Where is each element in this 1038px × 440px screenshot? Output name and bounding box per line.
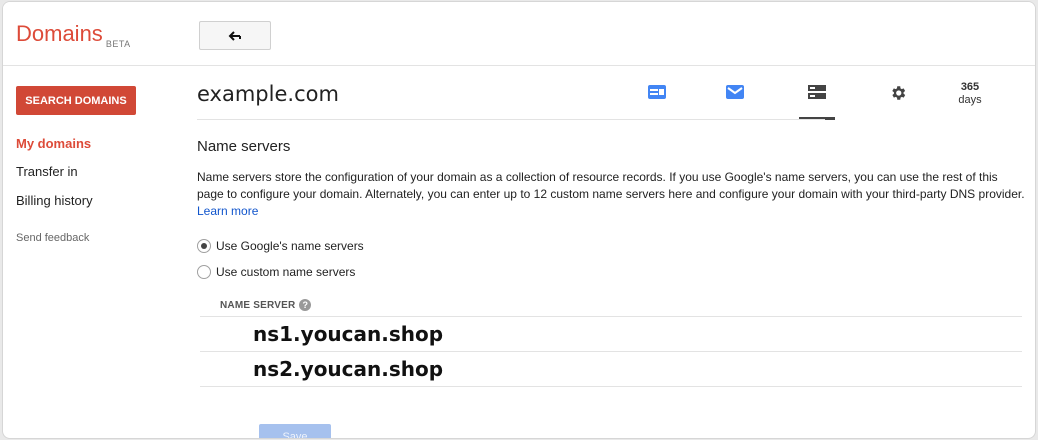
email-icon <box>726 85 744 99</box>
main-content: example.com 365 days Name servers Name s… <box>197 66 1027 438</box>
header-divider <box>197 119 825 120</box>
days-unit: days <box>958 94 982 106</box>
tab-email[interactable] <box>717 80 753 120</box>
option-custom-name-servers[interactable]: Use custom name servers <box>197 265 355 279</box>
option-google-name-servers[interactable]: Use Google's name servers <box>197 239 364 253</box>
days-remaining: 365 days <box>945 81 995 107</box>
description-text: Name servers store the configuration of … <box>197 170 1025 201</box>
name-server-row: ns2.youcan.shop <box>200 351 1022 387</box>
name-server-row: ns1.youcan.shop <box>200 316 1022 351</box>
settings-gear-icon <box>892 86 906 100</box>
logo-text: Domains <box>16 21 103 46</box>
name-server-header-label: NAME SERVER <box>220 299 296 311</box>
save-button[interactable]: Save <box>259 424 331 438</box>
app-window: Domains BETA SEARCH DOMAINS My domains Tr… <box>2 1 1036 439</box>
name-server-list: ns1.youcan.shop ns2.youcan.shop <box>200 316 1022 387</box>
back-button[interactable] <box>199 21 271 50</box>
top-bar: Domains BETA <box>3 2 1035 66</box>
sidebar-item-transfer-in[interactable]: Transfer in <box>16 164 78 179</box>
radio-google-name-servers[interactable] <box>197 239 211 253</box>
help-icon[interactable]: ? <box>299 299 312 311</box>
send-feedback-link[interactable]: Send feedback <box>16 232 89 244</box>
website-icon <box>648 85 666 99</box>
name-servers-description: Name servers store the configuration of … <box>197 169 1027 220</box>
domain-title: example.com <box>197 82 339 106</box>
beta-badge: BETA <box>105 39 131 49</box>
logo[interactable]: Domains BETA <box>16 21 131 49</box>
sidebar: SEARCH DOMAINS My domains Transfer in Bi… <box>3 66 183 438</box>
back-arrow-icon <box>228 30 241 41</box>
section-title: Name servers <box>197 138 291 155</box>
name-server-value: ns1.youcan.shop <box>253 322 444 346</box>
sidebar-item-my-domains[interactable]: My domains <box>16 136 91 151</box>
tab-settings[interactable] <box>880 80 916 120</box>
option-label: Use custom name servers <box>216 265 356 279</box>
dns-server-icon <box>808 85 826 99</box>
tab-dns[interactable] <box>799 80 835 120</box>
search-domains-button[interactable]: SEARCH DOMAINS <box>16 86 136 115</box>
days-number: 365 <box>960 81 980 93</box>
name-server-header: NAME SERVER ? <box>220 299 312 311</box>
sidebar-item-billing-history[interactable]: Billing history <box>16 193 93 208</box>
name-server-value: ns2.youcan.shop <box>253 357 444 381</box>
radio-custom-name-servers[interactable] <box>197 265 211 279</box>
learn-more-link[interactable]: Learn more <box>197 204 258 218</box>
tab-website[interactable] <box>639 80 675 120</box>
option-label: Use Google's name servers <box>216 239 364 253</box>
